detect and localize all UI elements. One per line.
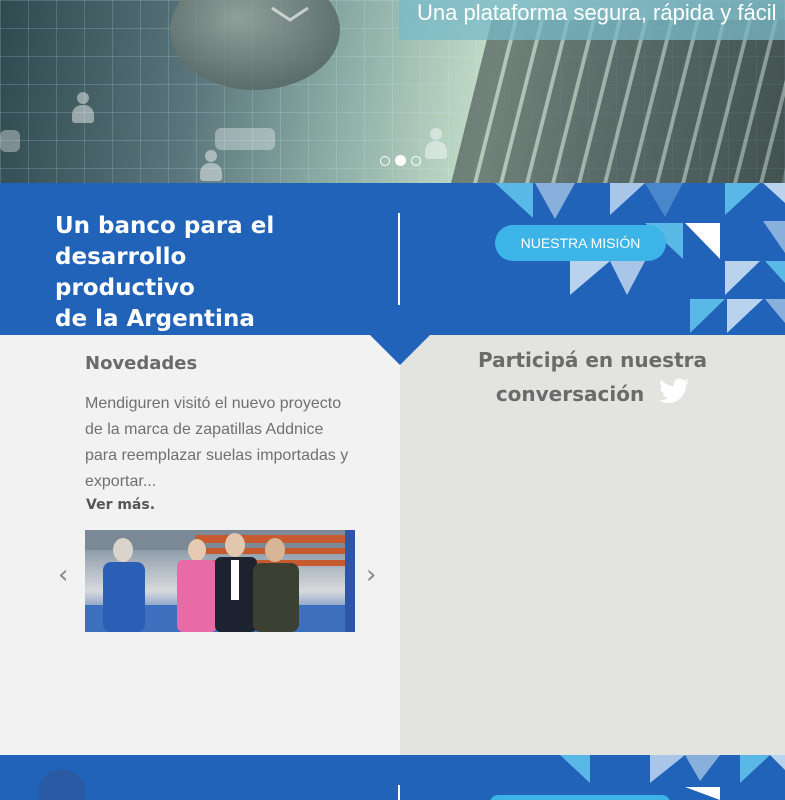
news-panel: Novedades Mendiguren visitó el nuevo pro… — [0, 335, 400, 755]
person-icon — [425, 128, 447, 162]
chat-bubble-icon — [0, 130, 20, 152]
news-heading: Novedades — [85, 353, 198, 374]
twitter-panel: Participá en nuestra conversación — [400, 335, 785, 755]
carousel-dot[interactable] — [380, 155, 390, 166]
hero-carousel: Una plataforma segura, rápida y fácil — [0, 0, 785, 183]
twitter-title-line2: conversación — [400, 377, 785, 411]
mail-icon — [271, 6, 309, 22]
carousel-dot[interactable] — [411, 155, 421, 166]
band-divider — [398, 785, 400, 800]
chat-bubble-icon — [215, 128, 275, 150]
bottom-band — [0, 755, 785, 800]
band-notch — [370, 335, 430, 365]
band-divider — [398, 213, 400, 305]
person-icon — [72, 92, 94, 126]
chevron-left-icon[interactable]: ‹ — [58, 560, 68, 590]
hero-tagline: Una plataforma segura, rápida y fácil — [399, 0, 785, 40]
chevron-right-icon[interactable]: › — [366, 560, 376, 590]
twitter-bird-icon[interactable] — [659, 378, 690, 404]
news-photo[interactable] — [85, 530, 355, 632]
twitter-title-text: conversación — [495, 382, 645, 406]
twitter-title-line1: Participá en nuestra — [477, 348, 707, 372]
mission-band: Un banco para el desarrollo productivo d… — [0, 183, 785, 335]
mission-title: Un banco para el desarrollo productivo d… — [55, 213, 275, 332]
twitter-title: Participá en nuestra conversación — [400, 343, 785, 411]
logo-circle-icon — [38, 769, 86, 800]
mission-button[interactable]: NUESTRA MISIÓN — [495, 225, 666, 261]
hero-laptop-image — [448, 20, 785, 183]
person-icon — [200, 150, 222, 183]
carousel-dots — [380, 155, 421, 166]
news-excerpt: Mendiguren visitó el nuevo proyecto de l… — [85, 395, 349, 490]
read-more-link[interactable]: Ver más. — [86, 497, 155, 513]
triangle-pattern — [560, 755, 785, 800]
carousel-dot-active[interactable] — [395, 155, 406, 166]
news-photo-scene — [85, 530, 355, 632]
